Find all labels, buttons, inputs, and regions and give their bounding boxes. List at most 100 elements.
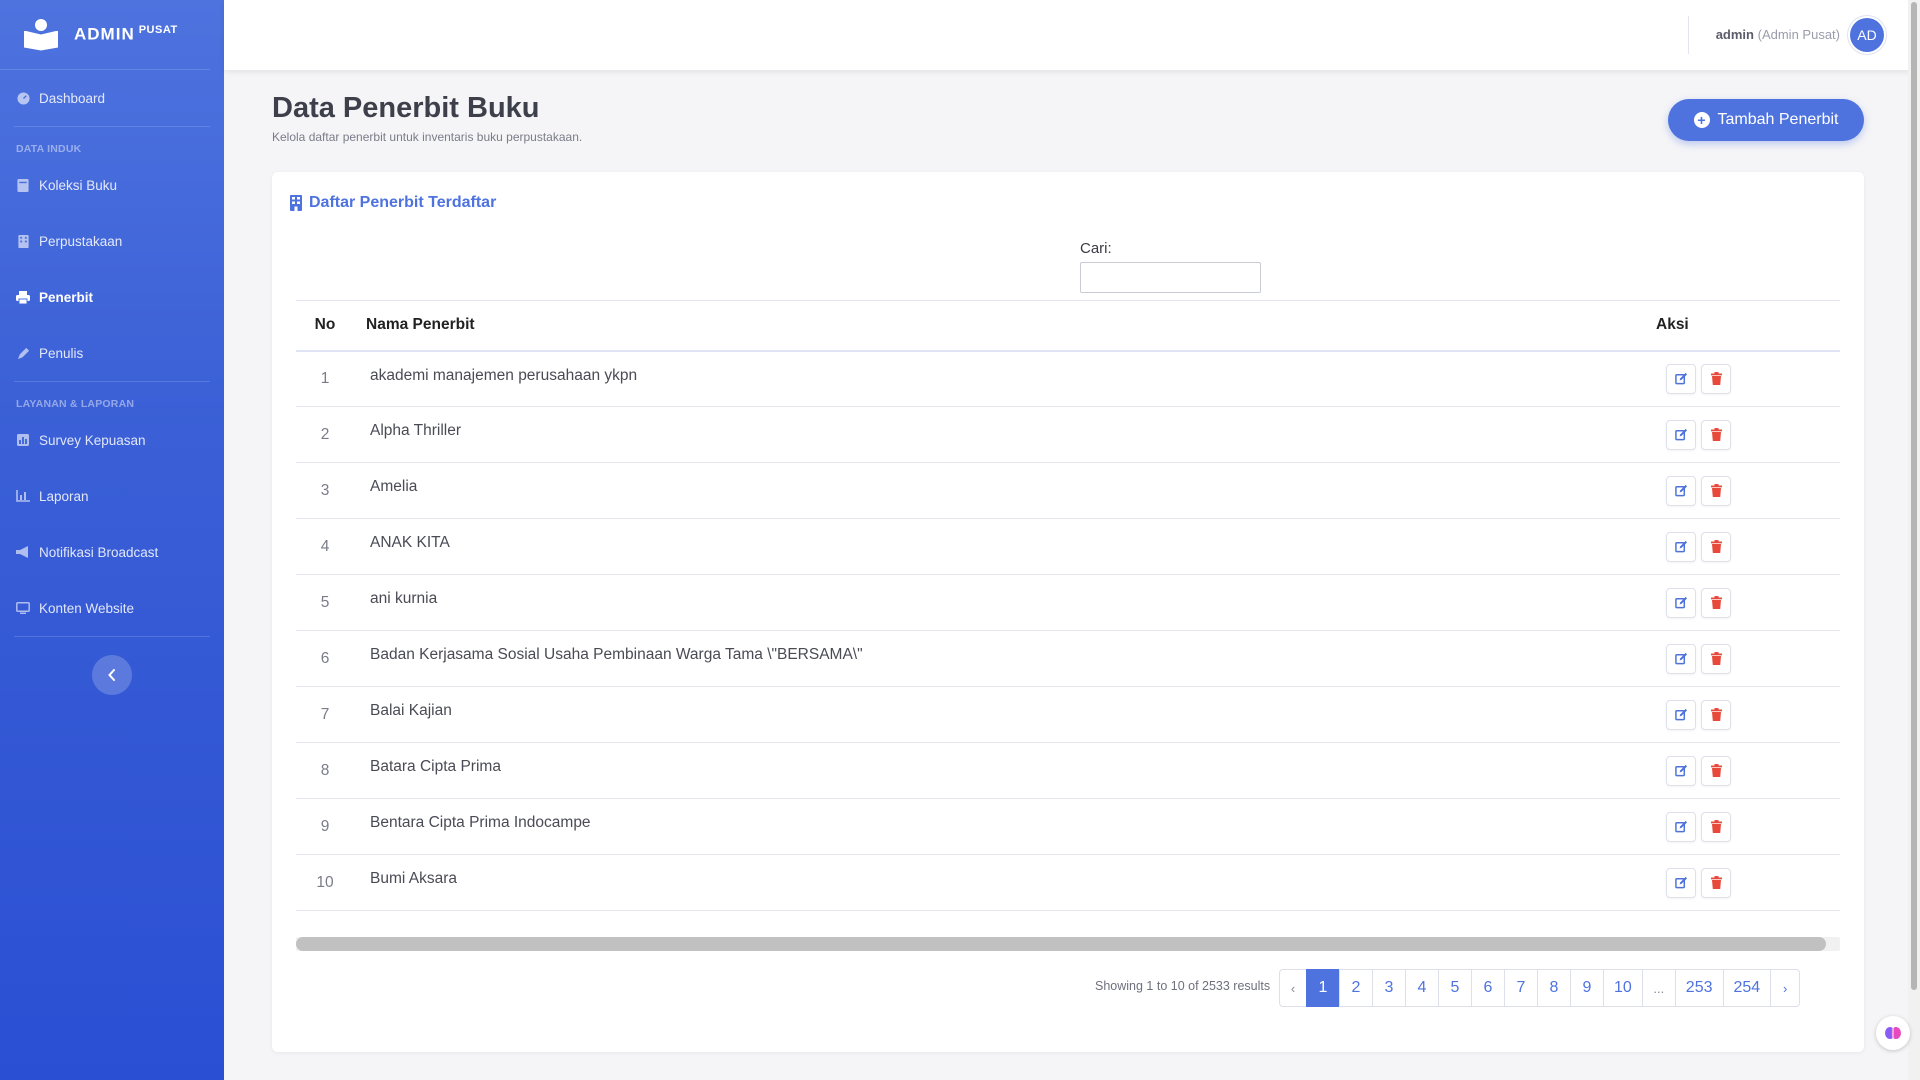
row-number: 8: [296, 742, 354, 799]
row-actions: [1550, 462, 1840, 519]
trash-icon: [1710, 428, 1722, 441]
edit-button[interactable]: [1666, 643, 1696, 674]
page-button[interactable]: 4: [1405, 969, 1439, 1007]
table-row: 5 ani kurnia: [296, 574, 1840, 631]
brand[interactable]: ADMIN PUSAT: [0, 0, 210, 70]
page-button[interactable]: 1: [1306, 969, 1340, 1007]
floating-assistant-button[interactable]: [1876, 1016, 1910, 1050]
table-row: 6 Badan Kerjasama Sosial Usaha Pembinaan …: [296, 630, 1840, 687]
row-number: 5: [296, 574, 354, 631]
scrollbar-thumb[interactable]: [1911, 2, 1917, 990]
search-label: Cari:: [1080, 240, 1112, 257]
row-number: 1: [296, 350, 354, 407]
sidebar-item-dashboard[interactable]: Dashboard: [0, 70, 224, 126]
add-publisher-button[interactable]: + Tambah Penerbit: [1668, 99, 1864, 141]
brain-icon: [1885, 1027, 1901, 1039]
delete-button[interactable]: [1701, 867, 1731, 898]
edit-button[interactable]: [1666, 699, 1696, 730]
page-button[interactable]: 6: [1471, 969, 1505, 1007]
edit-button[interactable]: [1666, 531, 1696, 562]
next-page-button[interactable]: ›: [1770, 969, 1801, 1007]
search-input[interactable]: [1080, 262, 1261, 293]
edit-button[interactable]: [1666, 755, 1696, 786]
row-number: 6: [296, 630, 354, 687]
topbar-divider: [1688, 16, 1689, 54]
edit-button[interactable]: [1666, 811, 1696, 842]
book-icon: [16, 178, 30, 192]
sidebar-item-label: Notifikasi Broadcast: [39, 544, 159, 560]
row-actions: [1550, 854, 1840, 911]
sidebar-item-notifikasi-broadcast[interactable]: Notifikasi Broadcast: [0, 524, 224, 580]
row-actions: [1550, 574, 1840, 631]
delete-button[interactable]: [1701, 363, 1731, 394]
sidebar-item-perpustakaan[interactable]: Perpustakaan: [0, 213, 224, 269]
building-icon: [290, 195, 302, 211]
chevron-left-icon: [108, 669, 115, 681]
edit-button[interactable]: [1666, 363, 1696, 394]
delete-button[interactable]: [1701, 643, 1731, 674]
page-button[interactable]: 253: [1674, 969, 1724, 1007]
edit-button[interactable]: [1666, 867, 1696, 898]
page-scrollbar[interactable]: [1908, 0, 1920, 1080]
prev-page-button[interactable]: ‹: [1279, 969, 1307, 1007]
sidebar-nav: Dashboard DATA INDUK Koleksi Buku Perpus…: [0, 70, 224, 695]
sidebar-item-konten-website[interactable]: Konten Website: [0, 580, 224, 636]
row-actions: [1550, 406, 1840, 463]
sidebar-item-penulis[interactable]: Penulis: [0, 325, 224, 381]
page-button[interactable]: 254: [1722, 969, 1772, 1007]
publisher-name: Balai Kajian: [354, 686, 1550, 743]
page-button[interactable]: 5: [1438, 969, 1472, 1007]
edit-button[interactable]: [1666, 419, 1696, 450]
edit-icon: [1674, 652, 1687, 665]
row-number: 9: [296, 798, 354, 855]
row-number: 4: [296, 518, 354, 575]
row-actions: [1550, 630, 1840, 687]
page-button[interactable]: 2: [1339, 969, 1373, 1007]
delete-button[interactable]: [1701, 475, 1731, 506]
dashboard-icon: [16, 91, 30, 105]
row-actions: [1550, 742, 1840, 799]
chart-icon: [16, 489, 30, 503]
publisher-name: Alpha Thriller: [354, 406, 1550, 463]
publisher-name: Bentara Cipta Prima Indocampe: [354, 798, 1550, 855]
page-button[interactable]: 10: [1603, 969, 1643, 1007]
delete-button[interactable]: [1701, 811, 1731, 842]
trash-icon: [1710, 596, 1722, 609]
sidebar-toggle-button[interactable]: [92, 655, 132, 695]
publisher-table: No Nama Penerbit Aksi 1 akademi manajemen…: [296, 300, 1840, 911]
edit-icon: [1674, 820, 1687, 833]
avatar[interactable]: AD: [1850, 18, 1884, 52]
trash-icon: [1710, 540, 1722, 553]
delete-button[interactable]: [1701, 755, 1731, 786]
edit-icon: [1674, 764, 1687, 777]
page-button[interactable]: 3: [1372, 969, 1406, 1007]
table-row: 9 Bentara Cipta Prima Indocampe: [296, 798, 1840, 855]
horizontal-scrollbar[interactable]: [296, 937, 1840, 951]
edit-button[interactable]: [1666, 587, 1696, 618]
sidebar-item-penerbit[interactable]: Penerbit: [0, 269, 224, 325]
publisher-card: Daftar Penerbit Terdaftar Cari: No Nama …: [272, 172, 1864, 1052]
page-button[interactable]: 7: [1504, 969, 1538, 1007]
sidebar-item-koleksi-buku[interactable]: Koleksi Buku: [0, 157, 224, 213]
delete-button[interactable]: [1701, 531, 1731, 562]
page-button[interactable]: 8: [1537, 969, 1571, 1007]
megaphone-icon: [16, 545, 30, 559]
publisher-name: Batara Cipta Prima: [354, 742, 1550, 799]
sidebar-item-laporan[interactable]: Laporan: [0, 468, 224, 524]
sidebar-item-label: Dashboard: [39, 90, 106, 106]
card-title: Daftar Penerbit Terdaftar: [290, 194, 496, 212]
sidebar-item-survey-kepuasan[interactable]: Survey Kepuasan: [0, 412, 224, 468]
scrollbar-thumb[interactable]: [296, 937, 1826, 951]
row-actions: [1550, 686, 1840, 743]
screen-icon: [16, 601, 30, 615]
user-menu[interactable]: admin (Admin Pusat): [1716, 27, 1840, 42]
page-button[interactable]: 9: [1570, 969, 1604, 1007]
column-header-name[interactable]: Nama Penerbit: [354, 300, 1550, 352]
edit-button[interactable]: [1666, 475, 1696, 506]
trash-icon: [1710, 372, 1722, 386]
delete-button[interactable]: [1701, 419, 1731, 450]
delete-button[interactable]: [1701, 699, 1731, 730]
row-actions: [1550, 518, 1840, 575]
delete-button[interactable]: [1701, 587, 1731, 618]
column-header-no[interactable]: No: [296, 300, 354, 352]
